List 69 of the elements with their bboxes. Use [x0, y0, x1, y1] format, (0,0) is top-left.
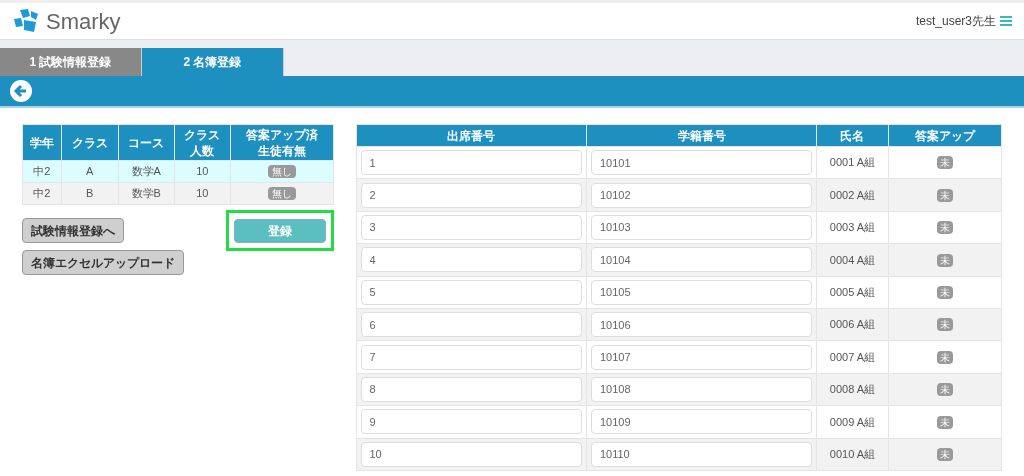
table-cell: 0004 A組 [816, 243, 889, 277]
student-id-field[interactable]: 10104 [590, 247, 813, 273]
seat-number-field[interactable]: 1 [360, 150, 582, 176]
table-cell: 数学B [118, 182, 175, 205]
student-id-field[interactable]: 10108 [590, 376, 813, 402]
column-header: クラス人数 [174, 124, 231, 161]
status-badge: 未 [936, 415, 953, 429]
seat-number-field[interactable]: 2 [360, 182, 582, 208]
class-row[interactable]: 中2 B 数学B 10 無し [22, 182, 333, 205]
student-id-field[interactable]: 10110 [590, 441, 813, 467]
seat-number-field[interactable]: 8 [360, 376, 582, 402]
table-cell: 0001 A組 [816, 146, 889, 179]
table-cell: 10 [174, 182, 231, 205]
student-id-field[interactable]: 10107 [590, 344, 813, 370]
status-badge: 未 [936, 221, 953, 235]
table-cell: 0006 A組 [816, 308, 889, 341]
seat-number-field[interactable]: 3 [360, 214, 582, 240]
status-badge: 未 [936, 383, 953, 397]
table-cell: 中2 [22, 160, 62, 183]
status-badge: 無し [267, 165, 296, 179]
user-name: test_user3先生 [915, 13, 996, 30]
status-badge: 未 [936, 156, 953, 170]
class-row[interactable]: 中2 A 数学A 10 無し [22, 160, 333, 183]
student-id-field[interactable]: 10106 [590, 312, 813, 338]
table-cell: 0007 A組 [816, 340, 889, 374]
seat-number-field[interactable]: 6 [360, 312, 582, 338]
table-cell: A [61, 160, 119, 183]
action-button[interactable]: 名簿エクセルアップロード [22, 250, 184, 275]
table-cell: 数学A [118, 160, 175, 183]
seat-number-field[interactable]: 4 [360, 247, 582, 273]
table-cell: 10 [174, 160, 231, 183]
student-id-field[interactable]: 10103 [590, 214, 813, 240]
step-tab[interactable]: 1 試験情報登録 [0, 48, 142, 76]
student-id-field[interactable]: 10109 [590, 409, 813, 435]
student-id-field[interactable]: 10101 [590, 150, 813, 176]
step-tab[interactable]: 2 名簿登録 [142, 48, 284, 76]
table-cell: B [61, 182, 119, 205]
seat-number-field[interactable]: 9 [360, 409, 582, 435]
table-cell: 0005 A組 [816, 276, 889, 309]
status-badge: 未 [936, 253, 953, 267]
status-badge: 未 [936, 286, 953, 299]
brand-name: Smarky [46, 7, 121, 36]
status-badge: 未 [936, 318, 953, 332]
status-badge: 未 [936, 447, 953, 461]
column-header: 学籍番号 [586, 124, 817, 147]
table-cell: 0002 A組 [816, 178, 889, 212]
status-badge: 無し [267, 187, 296, 201]
table-cell: 0008 A組 [816, 373, 889, 406]
column-header: コース [118, 124, 175, 161]
column-header: 出席番号 [356, 124, 587, 147]
table-cell: 0003 A組 [816, 211, 889, 244]
column-header: クラス [61, 124, 119, 161]
column-header: 学年 [22, 124, 62, 161]
student-id-field[interactable]: 10105 [590, 279, 813, 305]
seat-number-field[interactable]: 7 [360, 344, 582, 370]
table-cell: 0010 A組 [816, 438, 889, 471]
action-button[interactable]: 試験情報登録へ [22, 218, 124, 243]
column-header: 答案アップ済生徒有無 [230, 124, 333, 161]
table-cell: 0009 A組 [816, 405, 889, 438]
student-id-field[interactable]: 10102 [590, 182, 813, 208]
back-icon[interactable] [10, 80, 32, 102]
status-badge: 未 [936, 188, 953, 202]
column-header: 氏名 [816, 124, 889, 147]
seat-number-field[interactable]: 5 [360, 279, 582, 305]
menu-icon[interactable] [1000, 15, 1012, 27]
seat-number-field[interactable]: 10 [360, 441, 582, 467]
column-header: 答案アップ [888, 124, 1002, 147]
status-badge: 未 [936, 350, 953, 364]
table-cell: 中2 [22, 182, 62, 205]
